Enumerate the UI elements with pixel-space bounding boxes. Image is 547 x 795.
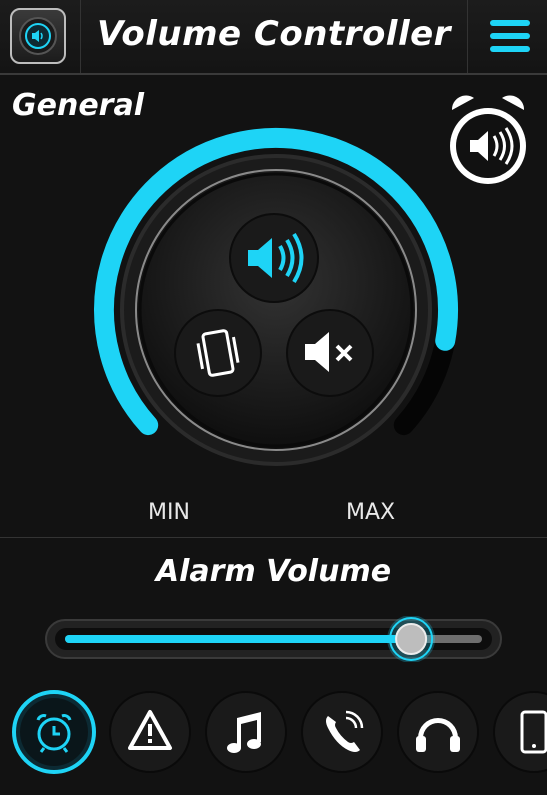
app-title: Volume Controller — [97, 14, 451, 54]
dial-min-label: MIN — [148, 500, 190, 525]
section-title: General — [12, 88, 144, 123]
sound-mode-button[interactable] — [228, 212, 320, 304]
stream-tab-bar — [0, 690, 547, 780]
dial-max-label: MAX — [346, 500, 396, 525]
hamburger-menu-icon[interactable] — [488, 20, 532, 54]
slider-fill — [65, 635, 412, 643]
slider-thumb[interactable] — [387, 616, 436, 662]
tab-notification[interactable] — [108, 690, 192, 774]
header-divider — [467, 0, 468, 73]
app-header: Volume Controller — [0, 0, 547, 75]
tab-alarm[interactable] — [12, 690, 96, 774]
mute-mode-button[interactable] — [285, 308, 375, 398]
vibrate-mode-button[interactable] — [173, 308, 263, 398]
section-divider — [0, 537, 547, 538]
volume-type-label: Alarm Volume — [155, 554, 392, 589]
volume-dial[interactable] — [76, 124, 476, 494]
speaker-app-icon[interactable] — [10, 8, 66, 64]
tab-headphones[interactable] — [396, 690, 480, 774]
tab-system[interactable] — [492, 690, 547, 774]
tab-music[interactable] — [204, 690, 288, 774]
volume-slider[interactable] — [45, 616, 502, 662]
tab-call[interactable] — [300, 690, 384, 774]
